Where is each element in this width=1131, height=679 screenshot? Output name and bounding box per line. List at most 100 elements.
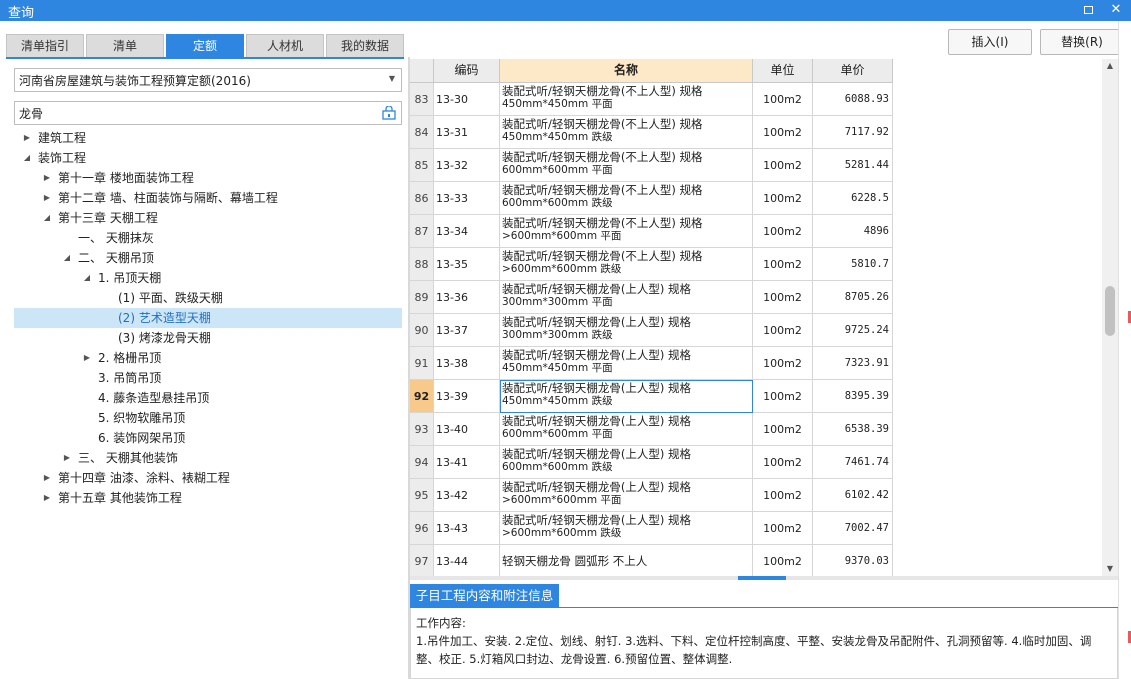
tree-node[interactable]: ▶ 第十二章 墙、柱面装饰与隔断、幕墙工程	[14, 188, 402, 208]
tree-node[interactable]: ▶ 三、 天棚其他装饰	[14, 448, 402, 468]
scroll-up-icon[interactable]: ▲	[1102, 59, 1118, 73]
cell-price[interactable]: 9370.03	[813, 545, 893, 576]
collapsed-arrow-icon[interactable]: ▶	[62, 448, 72, 468]
cell-unit[interactable]: 100m2	[753, 380, 813, 413]
table-scrollbar[interactable]: ▲ ▼	[1102, 59, 1118, 576]
cell-unit[interactable]: 100m2	[753, 248, 813, 281]
cell-name[interactable]: 装配式听/轻钢天棚龙骨(上人型) 规格 600mm*600mm 跌级	[500, 446, 753, 479]
header-unit[interactable]: 单位	[753, 59, 813, 83]
cell-price[interactable]: 6228.5	[813, 182, 893, 215]
cell-unit[interactable]: 100m2	[753, 545, 813, 576]
maximize-icon[interactable]	[1076, 0, 1100, 21]
row-index[interactable]: 85	[410, 149, 434, 182]
header-name[interactable]: 名称	[500, 59, 753, 83]
tab-quota[interactable]: 定额	[166, 34, 244, 58]
row-index[interactable]: 96	[410, 512, 434, 545]
cell-code[interactable]: 13-41	[434, 446, 500, 479]
cell-price[interactable]: 8705.26	[813, 281, 893, 314]
tree-node[interactable]: ▶ 第十五章 其他装饰工程	[14, 488, 402, 508]
row-index[interactable]: 88	[410, 248, 434, 281]
cell-unit[interactable]: 100m2	[753, 446, 813, 479]
tree-node[interactable]: ◢ 装饰工程	[14, 148, 402, 168]
close-icon[interactable]: ✕	[1104, 0, 1128, 21]
cell-unit[interactable]: 100m2	[753, 116, 813, 149]
cell-code[interactable]: 13-40	[434, 413, 500, 446]
cell-name[interactable]: 装配式听/轻钢天棚龙骨(不上人型) 规格 600mm*600mm 平面	[500, 149, 753, 182]
tree-node[interactable]: 5. 织物软雕吊顶	[14, 408, 402, 428]
row-index[interactable]: 84	[410, 116, 434, 149]
cell-price[interactable]: 4896	[813, 215, 893, 248]
cell-name[interactable]: 装配式听/轻钢天棚龙骨(上人型) 规格 300mm*300mm 跌级	[500, 314, 753, 347]
cell-code[interactable]: 13-31	[434, 116, 500, 149]
insert-button[interactable]: 插入(I)	[948, 29, 1032, 55]
cell-code[interactable]: 13-35	[434, 248, 500, 281]
expanded-arrow-icon[interactable]: ◢	[42, 208, 52, 228]
cell-code[interactable]: 13-33	[434, 182, 500, 215]
cell-unit[interactable]: 100m2	[753, 314, 813, 347]
table-row[interactable]: 87 13-34 装配式听/轻钢天棚龙骨(不上人型) 规格 >600mm*600mm …	[410, 215, 893, 248]
collapsed-arrow-icon[interactable]: ▶	[22, 128, 32, 148]
cell-price[interactable]: 6538.39	[813, 413, 893, 446]
expanded-arrow-icon[interactable]: ◢	[22, 148, 32, 168]
cell-name[interactable]: 装配式听/轻钢天棚龙骨(上人型) 规格 600mm*600mm 平面	[500, 413, 753, 446]
collapsed-arrow-icon[interactable]: ▶	[42, 188, 52, 208]
tree-node[interactable]: ▶ 2. 格栅吊顶	[14, 348, 402, 368]
cell-name[interactable]: 装配式听/轻钢天棚龙骨(不上人型) 规格 600mm*600mm 跌级	[500, 182, 753, 215]
table-row[interactable]: 95 13-42 装配式听/轻钢天棚龙骨(上人型) 规格 >600mm*600mm 平…	[410, 479, 893, 512]
tree-node[interactable]: (3) 烤漆龙骨天棚	[14, 328, 402, 348]
panel-splitter[interactable]	[410, 576, 1118, 580]
tree-node[interactable]: ◢ 第十三章 天棚工程	[14, 208, 402, 228]
tab-labor-material-machine[interactable]: 人材机	[246, 34, 324, 58]
cell-unit[interactable]: 100m2	[753, 83, 813, 116]
row-index[interactable]: 97	[410, 545, 434, 576]
search-input[interactable]: 龙骨	[14, 101, 402, 125]
table-row[interactable]: 93 13-40 装配式听/轻钢天棚龙骨(上人型) 规格 600mm*600mm 平面…	[410, 413, 893, 446]
tree-node[interactable]: ▶ 建筑工程	[14, 128, 402, 148]
quota-library-select[interactable]: 河南省房屋建筑与装饰工程预算定额(2016) ▼	[14, 68, 402, 92]
collapsed-arrow-icon[interactable]: ▶	[42, 168, 52, 188]
row-index[interactable]: 92	[410, 380, 434, 413]
cell-code[interactable]: 13-38	[434, 347, 500, 380]
splitter-handle[interactable]	[738, 576, 786, 580]
tree-node[interactable]: 3. 吊筒吊顶	[14, 368, 402, 388]
tree-node[interactable]: ▶ 第十四章 油漆、涂料、裱糊工程	[14, 468, 402, 488]
cell-code[interactable]: 13-44	[434, 545, 500, 576]
cell-name[interactable]: 装配式听/轻钢天棚龙骨(上人型) 规格 300mm*300mm 平面	[500, 281, 753, 314]
tree-node[interactable]: ◢ 二、 天棚吊顶	[14, 248, 402, 268]
tree-node[interactable]: 4. 藤条造型悬挂吊顶	[14, 388, 402, 408]
cell-unit[interactable]: 100m2	[753, 512, 813, 545]
collapsed-arrow-icon[interactable]: ▶	[42, 488, 52, 508]
row-index[interactable]: 90	[410, 314, 434, 347]
cell-code[interactable]: 13-37	[434, 314, 500, 347]
tree-node[interactable]: ▶ 第十一章 楼地面装饰工程	[14, 168, 402, 188]
table-row[interactable]: 88 13-35 装配式听/轻钢天棚龙骨(不上人型) 规格 >600mm*600mm …	[410, 248, 893, 281]
tree-node[interactable]: 6. 装饰网架吊顶	[14, 428, 402, 448]
cell-name[interactable]: 装配式听/轻钢天棚龙骨(上人型) 规格 450mm*450mm 平面	[500, 347, 753, 380]
table-row[interactable]: 90 13-37 装配式听/轻钢天棚龙骨(上人型) 规格 300mm*300mm 跌级…	[410, 314, 893, 347]
tree-node[interactable]: 一、 天棚抹灰	[14, 228, 402, 248]
cell-name[interactable]: 装配式听/轻钢天棚龙骨(上人型) 规格 450mm*450mm 跌级	[500, 380, 753, 413]
table-row[interactable]: 89 13-36 装配式听/轻钢天棚龙骨(上人型) 规格 300mm*300mm 平面…	[410, 281, 893, 314]
tab-bill[interactable]: 清单	[86, 34, 164, 58]
cell-price[interactable]: 9725.24	[813, 314, 893, 347]
cell-price[interactable]: 5810.7	[813, 248, 893, 281]
cell-code[interactable]: 13-43	[434, 512, 500, 545]
cell-unit[interactable]: 100m2	[753, 413, 813, 446]
cell-price[interactable]: 7002.47	[813, 512, 893, 545]
cell-unit[interactable]: 100m2	[753, 347, 813, 380]
header-code[interactable]: 编码	[434, 59, 500, 83]
cell-code[interactable]: 13-42	[434, 479, 500, 512]
replace-button[interactable]: 替换(R)	[1040, 29, 1124, 55]
search-icon[interactable]	[382, 105, 396, 120]
collapsed-arrow-icon[interactable]: ▶	[42, 468, 52, 488]
info-tab[interactable]: 子目工程内容和附注信息	[410, 584, 559, 608]
row-index[interactable]: 94	[410, 446, 434, 479]
cell-unit[interactable]: 100m2	[753, 479, 813, 512]
cell-price[interactable]: 8395.39	[813, 380, 893, 413]
table-row[interactable]: 96 13-43 装配式听/轻钢天棚龙骨(上人型) 规格 >600mm*600mm 跌…	[410, 512, 893, 545]
row-index[interactable]: 87	[410, 215, 434, 248]
cell-code[interactable]: 13-36	[434, 281, 500, 314]
cell-name[interactable]: 装配式听/轻钢天棚龙骨(不上人型) 规格 >600mm*600mm 跌级	[500, 248, 753, 281]
tab-bill-guide[interactable]: 清单指引	[6, 34, 84, 58]
row-index[interactable]: 91	[410, 347, 434, 380]
